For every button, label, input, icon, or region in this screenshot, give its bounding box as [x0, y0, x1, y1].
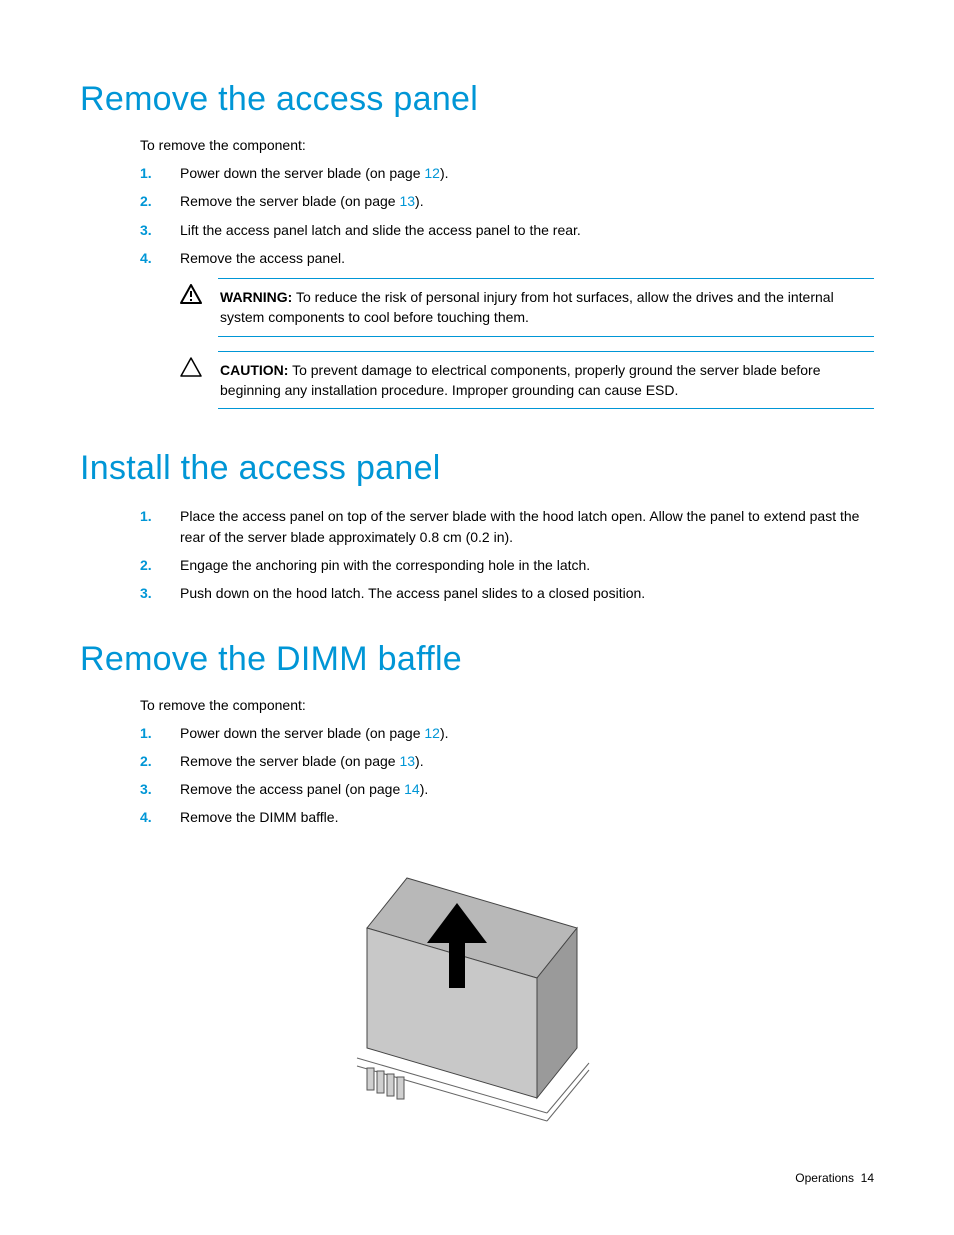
page-xref[interactable]: 14 — [404, 781, 420, 797]
warning-text: To reduce the risk of personal injury fr… — [220, 289, 834, 325]
heading-remove-access-panel: Remove the access panel — [80, 80, 874, 119]
steps-remove-dimm-baffle: Power down the server blade (on page 12)… — [140, 723, 874, 828]
page-xref[interactable]: 12 — [424, 165, 440, 181]
step-text: Remove the server blade (on page — [180, 753, 399, 769]
step-text: Remove the access panel (on page — [180, 781, 404, 797]
page-xref[interactable]: 13 — [399, 753, 415, 769]
page-xref[interactable]: 12 — [424, 725, 440, 741]
step-text: Remove the access panel. — [180, 250, 345, 266]
heading-install-access-panel: Install the access panel — [80, 449, 874, 488]
list-item: Remove the DIMM baffle. — [140, 807, 874, 827]
step-text: Place the access panel on top of the ser… — [180, 508, 859, 544]
page-xref[interactable]: 13 — [399, 193, 415, 209]
step-text: ). — [420, 781, 429, 797]
list-item: Push down on the hood latch. The access … — [140, 583, 874, 603]
list-item: Lift the access panel latch and slide th… — [140, 220, 874, 240]
list-item: Engage the anchoring pin with the corres… — [140, 555, 874, 575]
step-text: Push down on the hood latch. The access … — [180, 585, 645, 601]
step-text: Remove the DIMM baffle. — [180, 809, 338, 825]
list-item: Power down the server blade (on page 12)… — [140, 723, 874, 743]
warning-admonition: WARNING: To reduce the risk of personal … — [180, 278, 874, 337]
caution-text: To prevent damage to electrical componen… — [220, 362, 821, 398]
step-text: Lift the access panel latch and slide th… — [180, 222, 581, 238]
list-item: Place the access panel on top of the ser… — [140, 506, 874, 547]
step-text: Engage the anchoring pin with the corres… — [180, 557, 590, 573]
step-text: ). — [415, 193, 424, 209]
footer-page-number: 14 — [861, 1171, 874, 1185]
step-text: Power down the server blade (on page — [180, 725, 424, 741]
warning-icon — [180, 284, 202, 309]
list-item: Remove the access panel. — [140, 248, 874, 268]
intro-remove-access-panel: To remove the component: — [140, 137, 874, 153]
heading-remove-dimm-baffle: Remove the DIMM baffle — [80, 640, 874, 679]
list-item: Power down the server blade (on page 12)… — [140, 163, 874, 183]
steps-remove-access-panel: Power down the server blade (on page 12)… — [140, 163, 874, 268]
step-text: ). — [440, 165, 449, 181]
caution-admonition: CAUTION: To prevent damage to electrical… — [180, 351, 874, 410]
list-item: Remove the server blade (on page 13). — [140, 191, 874, 211]
footer-section: Operations — [795, 1171, 854, 1185]
list-item: Remove the server blade (on page 13). — [140, 751, 874, 771]
warning-label: WARNING: — [220, 289, 292, 305]
step-text: ). — [415, 753, 424, 769]
intro-remove-dimm-baffle: To remove the component: — [140, 697, 874, 713]
caution-label: CAUTION: — [220, 362, 288, 378]
step-text: Remove the server blade (on page — [180, 193, 399, 209]
steps-install-access-panel: Place the access panel on top of the ser… — [140, 506, 874, 603]
dimm-baffle-figure — [287, 848, 667, 1163]
step-text: ). — [440, 725, 449, 741]
step-text: Power down the server blade (on page — [180, 165, 424, 181]
caution-icon — [180, 357, 202, 382]
list-item: Remove the access panel (on page 14). — [140, 779, 874, 799]
page-footer: Operations 14 — [795, 1171, 874, 1185]
